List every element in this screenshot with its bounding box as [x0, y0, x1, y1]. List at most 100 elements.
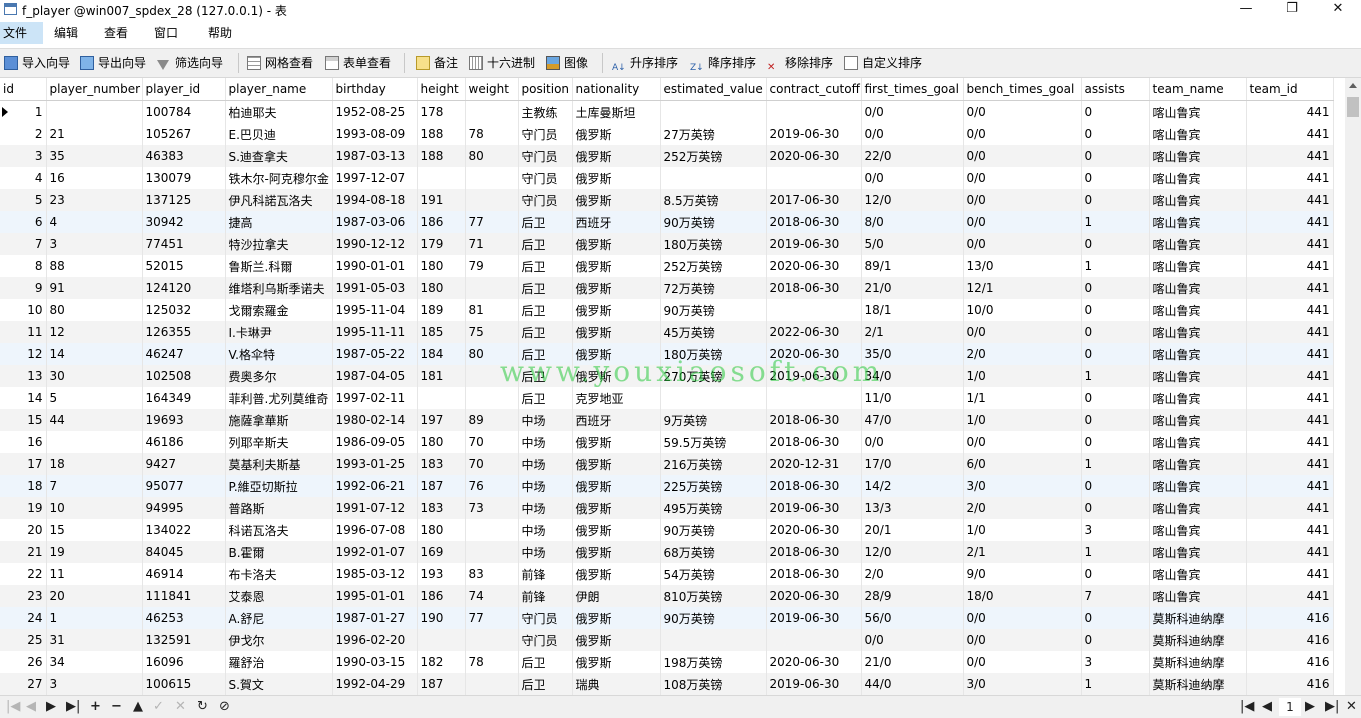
table-row[interactable]: 2 21 105267 E.巴贝迪 1993-08-09 188 78 守门员 俄罗斯 27万英镑… — [0, 123, 1334, 145]
table-cell-nationality[interactable]: 俄罗斯 — [572, 167, 661, 189]
table-cell-team-name[interactable]: 莫斯科迪纳摩 — [1149, 607, 1247, 629]
table-cell-assists[interactable]: 0 — [1081, 629, 1150, 651]
table-cell-nationality[interactable]: 西班牙 — [572, 409, 661, 431]
table-cell-height[interactable]: 178 — [417, 100, 466, 123]
table-cell-weight[interactable]: 79 — [465, 255, 519, 277]
menu-file[interactable]: 文件 — [0, 22, 43, 44]
remove-sort-button[interactable]: ✕ 移除排序 — [767, 53, 833, 73]
table-cell-contract-cutoff[interactable] — [766, 387, 862, 409]
table-cell-player-id[interactable]: 102508 — [142, 365, 226, 387]
table-cell-player-id[interactable]: 46247 — [142, 343, 226, 365]
table-cell-contract-cutoff[interactable]: 2018-06-30 — [766, 277, 862, 299]
column-header[interactable]: player_id — [142, 78, 226, 101]
table-cell-player-id[interactable]: 16096 — [142, 651, 226, 673]
table-cell-player-id[interactable]: 52015 — [142, 255, 226, 277]
table-cell-height[interactable]: 181 — [417, 365, 466, 387]
table-cell-player-name[interactable]: 普路斯 — [225, 497, 333, 519]
table-cell-bench-times-goal[interactable]: 0/0 — [963, 145, 1082, 167]
table-cell-team-name[interactable]: 喀山鲁宾 — [1149, 189, 1247, 211]
table-cell-team-name[interactable]: 喀山鲁宾 — [1149, 100, 1247, 123]
table-cell-position[interactable]: 中场 — [518, 541, 573, 563]
table-cell-first-times-goal[interactable]: 2/0 — [861, 563, 964, 585]
table-cell-estimated-value[interactable] — [660, 629, 767, 651]
first-page-icon[interactable]: |◀ — [1240, 698, 1254, 716]
table-cell-player-id[interactable]: 126355 — [142, 321, 226, 343]
table-cell-first-times-goal[interactable]: 21/0 — [861, 651, 964, 673]
table-cell-contract-cutoff[interactable]: 2020-06-30 — [766, 585, 862, 607]
table-row[interactable]: 5 23 137125 伊凡科諾瓦洛夫 1994-08-18 191 守门员 俄罗斯 8.5万英… — [0, 189, 1334, 211]
table-cell-nationality[interactable]: 俄罗斯 — [572, 431, 661, 453]
table-cell-player-number[interactable] — [46, 100, 143, 123]
column-header[interactable]: first_times_goal — [861, 78, 964, 101]
table-row[interactable]: 22 11 46914 布卡洛夫 1985-03-12 193 83 前锋 俄罗斯 54万英镑 20… — [0, 563, 1334, 585]
table-cell-weight[interactable] — [465, 519, 519, 541]
table-cell-birthday[interactable]: 1995-11-04 — [332, 299, 418, 321]
column-header[interactable]: nationality — [572, 78, 661, 101]
table-cell-first-times-goal[interactable]: 22/0 — [861, 145, 964, 167]
table-cell-player-name[interactable]: 捷高 — [225, 211, 333, 233]
table-cell-birthday[interactable]: 1997-02-11 — [332, 387, 418, 409]
table-cell-team-id[interactable]: 416 — [1246, 673, 1334, 695]
table-cell-player-id[interactable]: 132591 — [142, 629, 226, 651]
table-cell-player-name[interactable]: 艾泰恩 — [225, 585, 333, 607]
add-record-icon[interactable]: + — [90, 698, 101, 716]
table-cell-first-times-goal[interactable]: 14/2 — [861, 475, 964, 497]
table-cell-assists[interactable]: 1 — [1081, 541, 1150, 563]
table-cell-contract-cutoff[interactable]: 2017-06-30 — [766, 189, 862, 211]
table-cell-bench-times-goal[interactable]: 0/0 — [963, 607, 1082, 629]
table-cell-team-id[interactable]: 441 — [1246, 497, 1334, 519]
sort-ascending-button[interactable]: A↓ 升序排序 — [612, 53, 678, 73]
table-cell-position[interactable]: 后卫 — [518, 211, 573, 233]
table-cell-team-id[interactable]: 416 — [1246, 651, 1334, 673]
table-cell-assists[interactable]: 0 — [1081, 100, 1150, 123]
column-header[interactable]: estimated_value — [660, 78, 767, 101]
table-cell-first-times-goal[interactable]: 11/0 — [861, 387, 964, 409]
table-cell-nationality[interactable]: 俄罗斯 — [572, 321, 661, 343]
table-cell-assists[interactable]: 0 — [1081, 167, 1150, 189]
table-cell-weight[interactable]: 78 — [465, 123, 519, 145]
table-cell-player-id[interactable]: 124120 — [142, 277, 226, 299]
table-cell-estimated-value[interactable]: 27万英镑 — [660, 123, 767, 145]
table-cell-bench-times-goal[interactable]: 3/0 — [963, 673, 1082, 695]
table-cell-id[interactable]: 21 — [0, 541, 47, 563]
table-cell-team-name[interactable]: 喀山鲁宾 — [1149, 409, 1247, 431]
table-cell-estimated-value[interactable]: 45万英镑 — [660, 321, 767, 343]
table-cell-team-id[interactable]: 441 — [1246, 255, 1334, 277]
table-cell-player-number[interactable]: 35 — [46, 145, 143, 167]
close-button[interactable]: ✕ — [1315, 0, 1361, 20]
table-cell-team-id[interactable]: 416 — [1246, 629, 1334, 651]
table-cell-first-times-goal[interactable]: 0/0 — [861, 123, 964, 145]
table-cell-bench-times-goal[interactable]: 0/0 — [963, 431, 1082, 453]
table-cell-height[interactable]: 180 — [417, 277, 466, 299]
table-row[interactable]: 23 20 111841 艾泰恩 1995-01-01 186 74 前锋 伊朗 810万英镑 20… — [0, 585, 1334, 607]
table-cell-player-name[interactable]: 布卡洛夫 — [225, 563, 333, 585]
table-cell-nationality[interactable]: 俄罗斯 — [572, 541, 661, 563]
confirm-icon[interactable]: ✓ — [153, 698, 164, 716]
filter-wizard-button[interactable]: 筛选向导 — [157, 53, 223, 73]
table-cell-nationality[interactable]: 俄罗斯 — [572, 607, 661, 629]
menu-view[interactable]: 查看 — [102, 22, 130, 44]
table-cell-birthday[interactable]: 1993-08-09 — [332, 123, 418, 145]
table-cell-team-id[interactable]: 441 — [1246, 189, 1334, 211]
table-cell-player-id[interactable]: 100615 — [142, 673, 226, 695]
table-cell-first-times-goal[interactable]: 5/0 — [861, 233, 964, 255]
table-cell-birthday[interactable]: 1987-04-05 — [332, 365, 418, 387]
table-cell-bench-times-goal[interactable]: 0/0 — [963, 651, 1082, 673]
table-cell-bench-times-goal[interactable]: 9/0 — [963, 563, 1082, 585]
table-cell-team-id[interactable]: 441 — [1246, 211, 1334, 233]
table-cell-id[interactable]: 5 — [0, 189, 47, 211]
table-cell-weight[interactable]: 76 — [465, 475, 519, 497]
table-cell-team-id[interactable]: 441 — [1246, 541, 1334, 563]
table-cell-contract-cutoff[interactable]: 2019-06-30 — [766, 607, 862, 629]
table-cell-id[interactable]: 12 — [0, 343, 47, 365]
table-cell-bench-times-goal[interactable]: 0/0 — [963, 211, 1082, 233]
table-cell-weight[interactable]: 81 — [465, 299, 519, 321]
table-cell-first-times-goal[interactable]: 2/1 — [861, 321, 964, 343]
table-cell-height[interactable]: 180 — [417, 255, 466, 277]
column-header[interactable]: assists — [1081, 78, 1150, 101]
table-cell-birthday[interactable]: 1987-01-27 — [332, 607, 418, 629]
table-cell-nationality[interactable]: 俄罗斯 — [572, 365, 661, 387]
table-cell-nationality[interactable]: 俄罗斯 — [572, 475, 661, 497]
table-cell-nationality[interactable]: 克罗地亚 — [572, 387, 661, 409]
table-cell-player-number[interactable]: 91 — [46, 277, 143, 299]
